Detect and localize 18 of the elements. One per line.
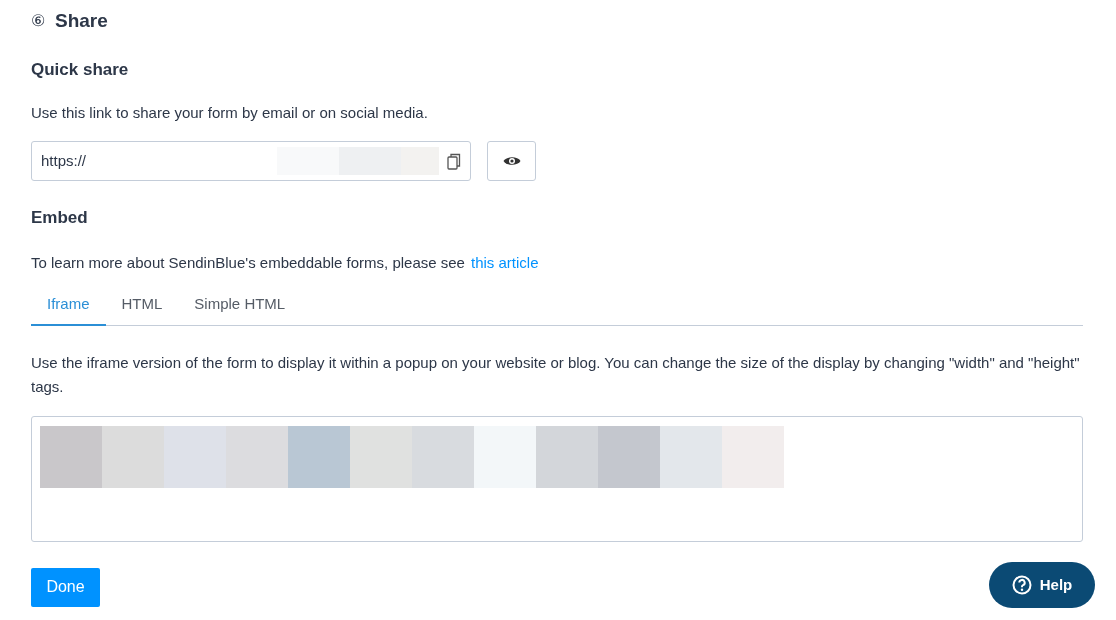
subsection-heading: Quick share [31, 59, 130, 81]
intro-text: To learn more about SendinBlue's embeddable forms, please see [31, 252, 465, 273]
section-title: Share [55, 8, 108, 33]
share-link-field[interactable]: https:// [31, 141, 471, 181]
link-text: https:// [41, 150, 87, 171]
step-number: ⑥ [31, 11, 45, 31]
embed-code-field[interactable] [31, 415, 1083, 542]
subsection-heading: Embed [31, 207, 89, 229]
preview-button[interactable] [487, 141, 536, 181]
tab[interactable]: Iframe [31, 293, 106, 326]
tab[interactable]: HTML [105, 293, 179, 326]
instructions-text: Use the iframe version of the form to display it within a popup on your website or blog. You can change the size of the display by changing "width" and "height" tags. [31, 352, 1081, 397]
description-text: Use this link to share your form by email or on social media. [31, 102, 429, 123]
help-button[interactable]: Help [989, 562, 1095, 608]
copy-icon[interactable] [447, 152, 461, 170]
eye-icon [502, 155, 521, 167]
question-icon [1011, 575, 1032, 595]
tab[interactable]: Simple HTML [178, 293, 302, 326]
